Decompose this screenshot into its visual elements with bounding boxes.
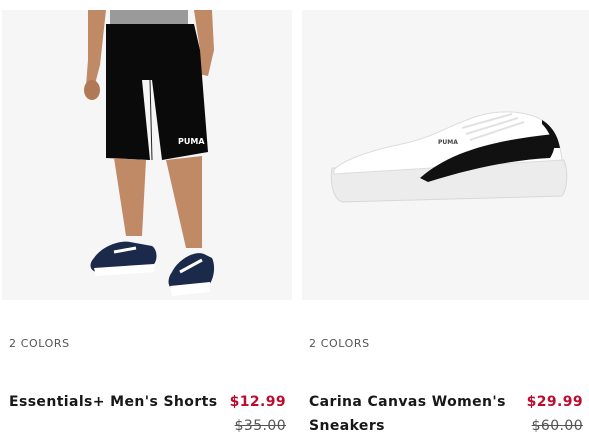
product-image[interactable]: PUMA [2,10,292,300]
product-colors-count: 2 COLORS [309,337,370,350]
product-prices: $29.99 $60.00 [527,390,583,438]
product-card[interactable]: PUMA 2 COLORS Essentials+ Men's Shorts $… [2,0,292,445]
product-prices: $12.99 $35.00 [230,390,286,438]
product-image[interactable]: PUMA [302,10,589,300]
original-price: $35.00 [234,418,286,434]
svg-text:PUMA: PUMA [438,139,458,146]
sale-price: $29.99 [526,394,583,410]
product-name[interactable]: Essentials+ Men's Shorts [9,390,221,414]
svg-text:PUMA: PUMA [178,137,205,146]
product-name[interactable]: Carina Canvas Women's Sneakers [309,390,521,438]
original-price: $60.00 [531,418,583,434]
product-colors-count: 2 COLORS [9,337,70,350]
product-grid: PUMA 2 COLORS Essentials+ Men's Shorts $… [0,0,589,445]
product-card[interactable]: PUMA 2 COLORS Carina Canvas Women's Snea… [302,0,589,445]
sale-price: $12.99 [229,394,286,410]
